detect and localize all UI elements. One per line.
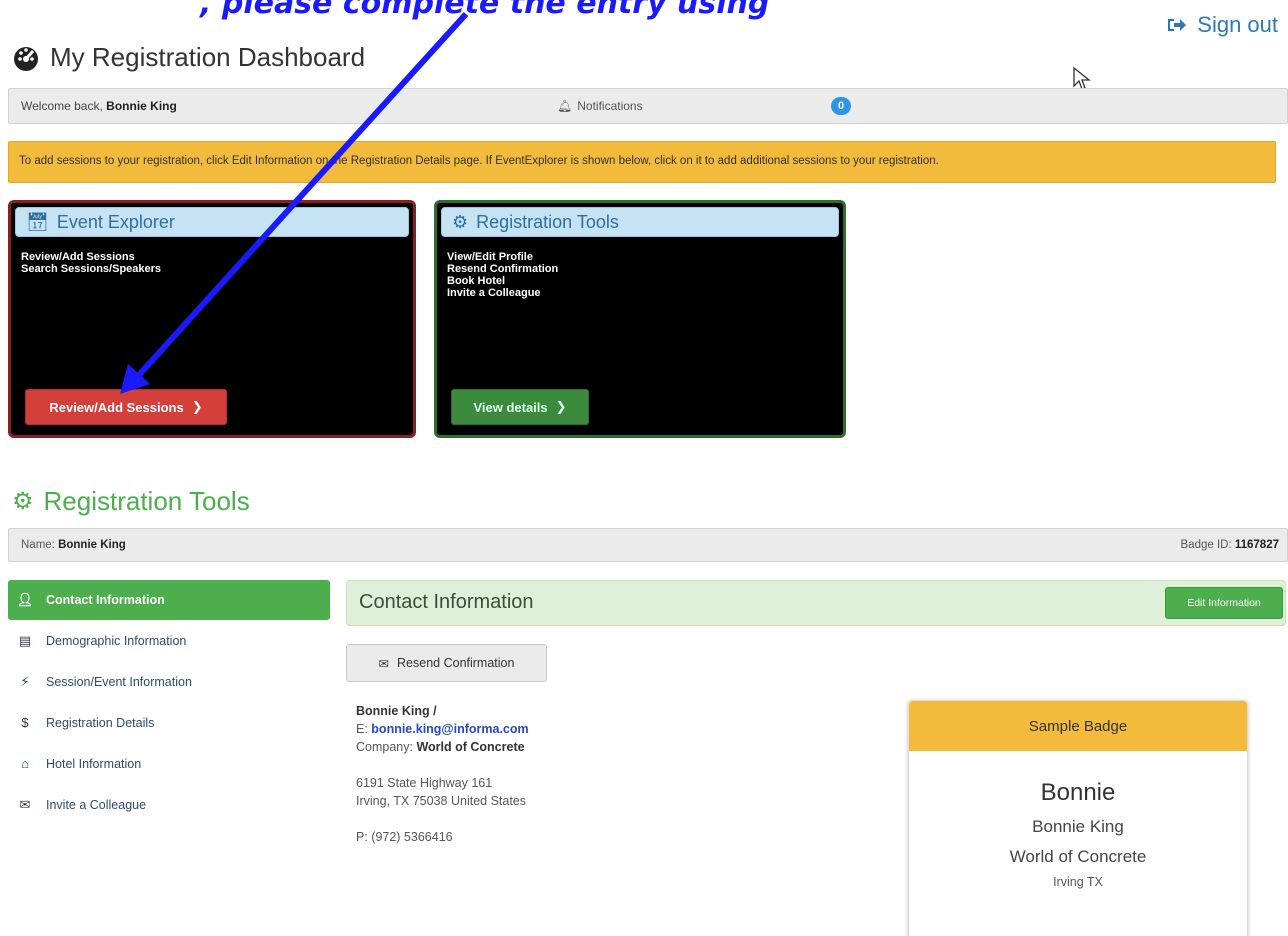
page-title: My Registration Dashboard [12,42,365,73]
name-bar: Name: Bonnie King Badge ID: 1167827 [8,528,1288,562]
registration-tools-title: Registration Tools [476,211,619,232]
section-title-text: Registration Tools [43,486,250,516]
page-title-text: My Registration Dashboard [50,42,366,72]
bell-icon: 🔔︎ [557,99,573,113]
badge-city: Irving TX [1053,875,1103,889]
review-add-sessions-button[interactable]: Review/Add Sessions ❯ [25,389,227,425]
calendar-icon: 📅︎ [26,211,49,232]
attendee-name: Name: Bonnie King [21,539,126,551]
phone: P: (972) 5366416 [356,830,453,844]
badge-id-value: 1167827 [1234,539,1279,551]
envelope-icon: ✉︎ [378,656,390,671]
bolt-icon: ⚡︎ [20,673,30,689]
contact-name: Bonnie King / [356,704,437,718]
gears-icon: ⚙ [12,488,34,515]
sidebar-item-invite-a-colleague[interactable]: ✉︎ Invite a Colleague [8,784,330,825]
chevron-right-icon: ❯ [191,399,203,414]
registration-tools-header: ⚙ Registration Tools [441,207,839,237]
registration-tools-list: View/Edit Profile Resend Confirmation Bo… [447,251,843,299]
resend-confirmation-button[interactable]: ✉︎ Resend Confirmation [346,644,547,682]
sidebar-item-label: Invite a Colleague [46,797,147,812]
sign-out-icon [1168,19,1187,31]
id-card-icon: ▤ [18,632,32,648]
home-icon: ⌂ [21,756,29,771]
registration-tools-tile: ⚙ Registration Tools View/Edit Profile R… [434,200,846,438]
gears-icon: ⚙ [452,211,469,232]
contact-information-title: Contact Information [359,591,534,613]
notifications-link[interactable]: 🔔︎ Notifications [557,99,643,113]
user-icon: 👤︎ [16,592,34,607]
sidebar-item-label: Hotel Information [46,756,142,771]
welcome-bar: Welcome back, Bonnie King 🔔︎ Notificatio… [8,88,1288,124]
sidebar-nav: 👤︎ Contact Information ▤ Demographic Inf… [8,580,330,825]
event-explorer-list: Review/Add Sessions Search Sessions/Spea… [21,251,413,275]
welcome-prefix: Welcome back, [21,99,107,113]
sample-badge-title: Sample Badge [909,701,1247,751]
chevron-right-icon: ❯ [555,399,567,414]
welcome-name: Bonnie King [106,99,177,113]
name-value: Bonnie King [58,539,126,551]
notifications-count-badge[interactable]: 0 [831,97,851,115]
list-item[interactable]: View/Edit Profile [447,251,843,263]
badge-company: World of Concrete [1009,847,1147,866]
event-explorer-title: Event Explorer [56,211,175,232]
notifications-label: Notifications [577,99,643,113]
sidebar-item-demographic-information[interactable]: ▤ Demographic Information [8,620,330,661]
list-item[interactable]: Review/Add Sessions [21,251,413,263]
badge-first-name: Bonnie [1040,779,1116,806]
email-link[interactable]: bonnie.king@informa.com [371,722,528,736]
review-add-sessions-label: Review/Add Sessions [49,399,184,415]
event-explorer-tile: 📅︎ Event Explorer Review/Add Sessions Se… [8,200,416,438]
sidebar-item-label: Session/Event Information [46,674,192,689]
contact-details: Bonnie King / E: bonnie.king@informa.com… [356,702,529,846]
sidebar-item-hotel-information[interactable]: ⌂ Hotel Information [8,743,330,784]
badge-id-label: Badge ID: [1180,539,1235,551]
section-title: ⚙ Registration Tools [12,486,250,517]
name-label: Name: [21,539,59,551]
dashboard-icon [14,46,38,71]
view-details-label: View details [473,399,548,415]
info-alert: To add sessions to your registration, cl… [8,141,1276,183]
sign-out-link[interactable]: Sign out [1167,12,1278,38]
contact-information-panel-header: Contact Information Edit Information [346,580,1286,626]
dollar-icon: $ [21,715,29,730]
list-item[interactable]: Resend Confirmation [447,263,843,275]
address-line-1: 6191 State Highway 161 [356,776,493,790]
company-value: World of Concrete [416,740,525,754]
resend-confirmation-label: Resend Confirmation [397,656,515,670]
list-item[interactable]: Invite a Colleague [447,287,843,299]
sidebar-item-label: Registration Details [46,715,155,730]
welcome-text: Welcome back, Bonnie King [21,99,177,113]
envelope-icon: ✉︎ [19,796,31,812]
sign-out-label: Sign out [1197,12,1278,37]
list-item[interactable]: Search Sessions/Speakers [21,263,413,275]
edit-information-button[interactable]: Edit Information [1165,587,1283,619]
event-explorer-header: 📅︎ Event Explorer [15,207,409,237]
instruction-caption: , please complete the entry using [200,0,770,21]
badge-id: Badge ID: 1167827 [1181,539,1279,551]
view-details-button[interactable]: View details ❯ [451,389,589,425]
address-line-2: Irving, TX 75038 United States [356,794,527,808]
company-label: Company: [356,740,417,754]
sidebar-item-registration-details[interactable]: $ Registration Details [8,702,330,743]
list-item[interactable]: Book Hotel [447,275,843,287]
badge-full-name: Bonnie King [1032,817,1124,836]
email-label: E: [356,722,372,736]
sidebar-item-label: Contact Information [46,593,165,607]
sidebar-item-label: Demographic Information [46,633,187,648]
sidebar-item-contact-information[interactable]: 👤︎ Contact Information [8,580,330,620]
sample-badge: Sample Badge Bonnie Bonnie King World of… [908,700,1248,936]
sidebar-item-session-event-information[interactable]: ⚡︎ Session/Event Information [8,661,330,702]
